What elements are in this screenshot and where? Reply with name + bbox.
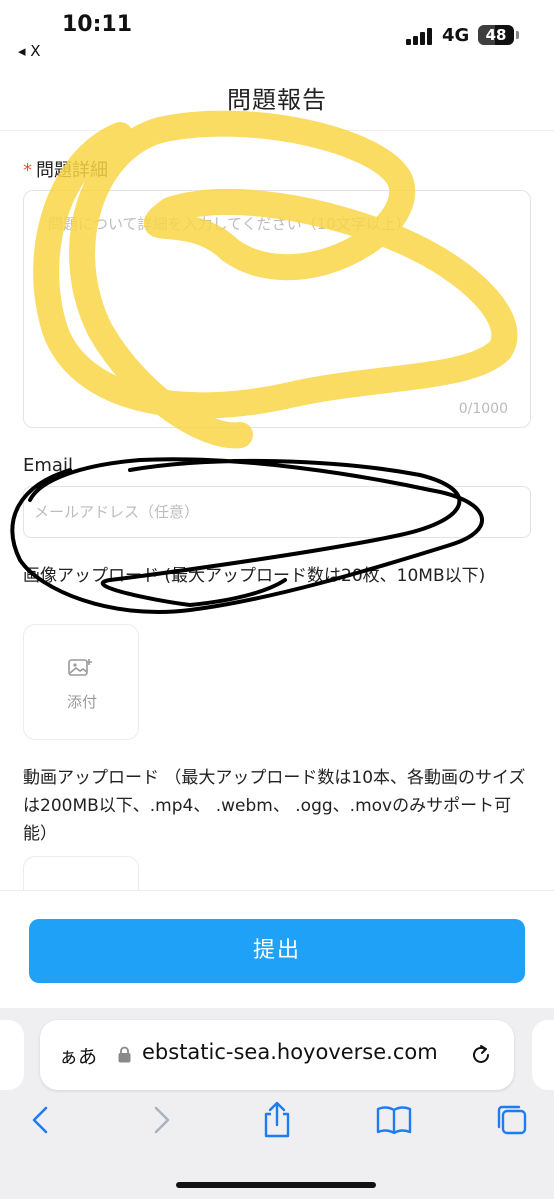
header-divider xyxy=(0,130,554,131)
forward-icon[interactable] xyxy=(140,1100,180,1140)
next-tab-preview[interactable] xyxy=(532,1020,554,1090)
detail-label: * 問題詳細 xyxy=(23,156,108,182)
previous-tab-preview[interactable] xyxy=(0,1020,24,1090)
battery-percent: 48 xyxy=(485,26,507,44)
share-icon[interactable] xyxy=(257,1100,297,1140)
attach-label: 添付 xyxy=(66,693,97,711)
email-field[interactable]: メールアドレス（任意） xyxy=(23,486,531,538)
battery-tip xyxy=(516,31,519,39)
address-bar[interactable]: ぁあ ebstatic-sea.hoyoverse.com xyxy=(40,1020,514,1090)
reload-icon[interactable] xyxy=(468,1042,494,1068)
page-title: 問題報告 xyxy=(227,86,327,114)
network-type: 4G xyxy=(442,25,470,46)
page-settings-button[interactable]: ぁあ xyxy=(59,1042,97,1069)
back-icon[interactable] xyxy=(22,1100,62,1140)
url-text: ebstatic-sea.hoyoverse.com xyxy=(142,1040,438,1064)
lock-icon xyxy=(118,1046,131,1063)
battery-icon: 48 xyxy=(478,25,514,45)
required-mark: * xyxy=(23,160,32,181)
detail-placeholder: 問題について詳細を入力してください（10文字以上） xyxy=(48,215,411,233)
character-counter: 0/1000 xyxy=(458,401,508,417)
submit-button[interactable]: 提出 xyxy=(29,919,525,983)
detail-label-text: 問題詳細 xyxy=(36,160,108,181)
email-placeholder: メールアドレス（任意） xyxy=(34,503,200,521)
browser-bar: ぁあ ebstatic-sea.hoyoverse.com xyxy=(0,1008,554,1199)
form-footer: 提出 xyxy=(0,890,554,1009)
tabs-icon[interactable] xyxy=(492,1100,532,1140)
cellular-signal-icon xyxy=(406,27,436,45)
status-bar: 10:11 ◂ X 4G 48 xyxy=(0,0,554,70)
image-attach-button[interactable]: 添付 xyxy=(23,624,139,740)
back-to-app-link[interactable]: ◂ X xyxy=(18,42,41,60)
bookmarks-icon[interactable] xyxy=(374,1100,414,1140)
email-label: Email xyxy=(23,455,73,476)
detail-textarea[interactable]: 問題について詳細を入力してください（10文字以上） 0/1000 xyxy=(23,190,531,428)
status-time: 10:11 xyxy=(62,12,133,37)
add-image-icon xyxy=(68,659,92,676)
image-upload-label: 画像アップロード (最大アップロード数は20枚、10MB以下) xyxy=(23,566,486,586)
video-upload-label: 動画アップロード （最大アップロード数は10本、各動画のサイズは200MB以下、… xyxy=(23,768,526,844)
home-indicator xyxy=(176,1182,376,1188)
